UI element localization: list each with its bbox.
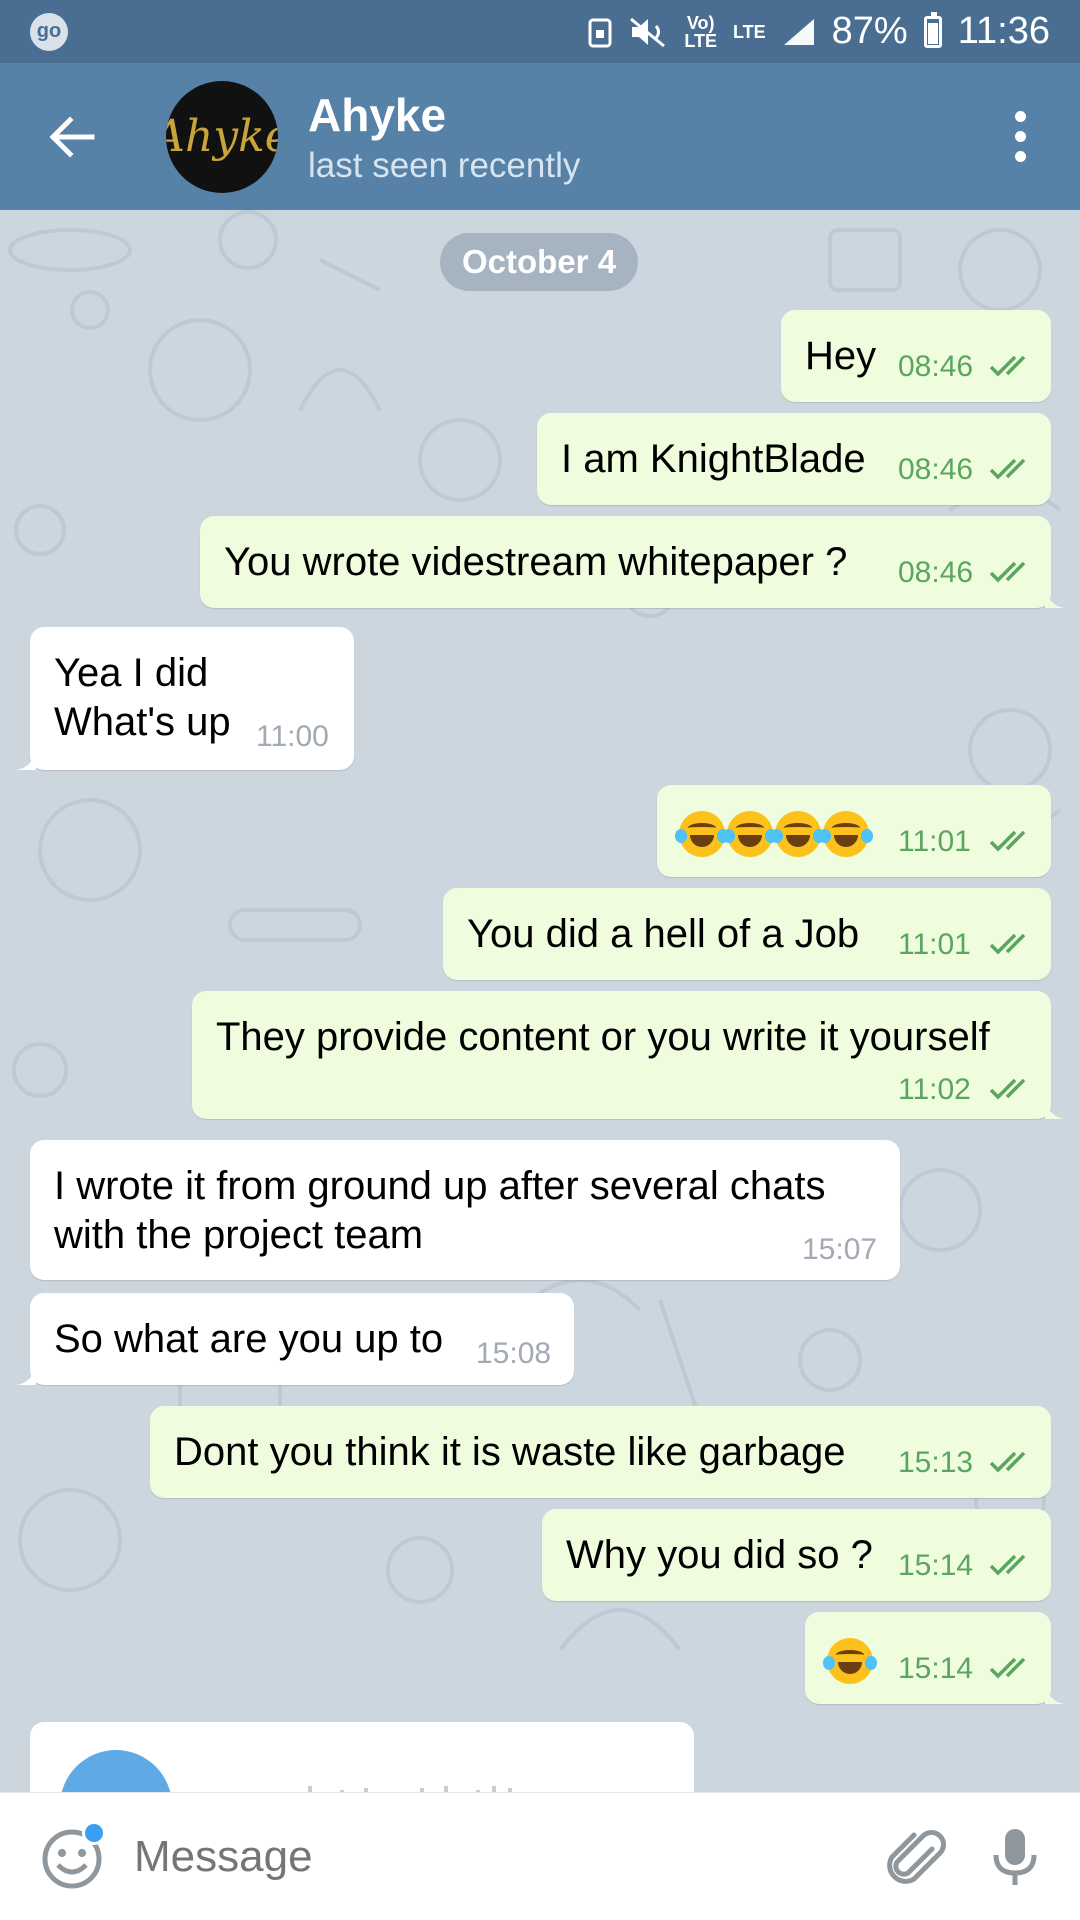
tears-of-joy-emoji-icon [823,1638,877,1684]
bubble-tail [16,750,36,770]
chat-area[interactable]: October 4 Hey 08:46 I am KnightBlade 08:… [0,210,1080,1792]
tears-of-joy-emoji-icon [771,811,825,857]
message-time: 08:46 [898,556,974,589]
double-check-icon [989,933,1026,955]
double-check-icon [989,830,1026,852]
bubble-tail [1045,588,1065,608]
attach-button[interactable] [882,1825,946,1889]
message-bubble-incoming[interactable]: So what are you up to 15:08 [16,1293,574,1385]
message-text: I am KnightBlade [561,437,866,481]
battery-percent: 87% [831,10,908,52]
dot [1014,131,1026,142]
chat-header: Ahyke Ahyke last seen recently [0,63,1080,210]
back-button[interactable] [32,97,112,177]
message-time: 11:00 [256,720,329,753]
message-text: You did a hell of a Job [467,912,860,956]
message-text: They provide content or you write it you… [216,1015,990,1059]
voice-message-bubble[interactable] [30,1722,694,1792]
message-bubble-outgoing[interactable]: 😂😂😂😂 11:01 [657,785,1051,877]
microphone-icon [993,1828,1037,1885]
play-button[interactable] [60,1750,172,1792]
double-check-icon [989,1657,1026,1679]
title-block[interactable]: Ahyke last seen recently [308,88,580,186]
message-text: Hey [805,334,877,378]
chat-subtitle: last seen recently [308,145,581,185]
bubble-tail [16,1365,36,1385]
message-input-bar [0,1792,1080,1920]
message-time: 08:46 [898,350,974,383]
message-time: 15:07 [802,1233,878,1266]
message-time: 11:02 [898,1073,971,1106]
go-app-icon: go [30,12,68,51]
message-bubble-incoming[interactable]: I wrote it from ground up after several … [30,1140,900,1280]
message-time: 15:14 [898,1549,974,1582]
double-check-icon [989,561,1026,583]
message-bubble-outgoing[interactable]: Dont you think it is waste like garbage … [150,1406,1051,1498]
message-time: 15:14 [898,1652,974,1685]
message-time: 15:13 [898,1446,974,1479]
status-bar: go Vo) LTE LTE 87% 11:36 [0,0,1080,63]
battery-icon [923,11,942,48]
voice-waveform [300,1782,512,1792]
message-text: Dont you think it is waste like garbage [174,1430,846,1474]
double-check-icon [989,458,1026,480]
message-bubble-outgoing[interactable]: You did a hell of a Job 11:01 [443,888,1051,980]
bubble-tail [1045,1099,1065,1119]
message-text: Why you did so ? [566,1533,873,1577]
double-check-icon [989,1554,1026,1576]
date-separator: October 4 [440,233,639,291]
message-time: 11:01 [898,928,971,961]
notification-dot [82,1820,106,1845]
message-text: You wrote videstream whitepaper ? [224,540,848,584]
status-icons: Vo) LTE LTE 87% 11:36 [588,10,1050,53]
lte-label: LTE [732,21,766,42]
microphone-button[interactable] [990,1825,1040,1889]
dot [1014,151,1026,162]
message-time: 15:08 [476,1337,552,1370]
message-bubble-incoming[interactable]: Yea I did What's up 11:00 [16,627,354,770]
mute-icon [630,17,666,47]
arrow-left-icon [49,115,95,158]
message-bubble-outgoing[interactable]: I am KnightBlade 08:46 [537,413,1051,505]
message-text: I wrote it from ground up after several … [54,1164,826,1257]
volte-label: Vo) LTE [684,12,717,51]
message-bubble-outgoing[interactable]: 😂 15:14 [805,1612,1065,1704]
tears-of-joy-emoji-icon [675,811,729,857]
message-bubble-outgoing[interactable]: Why you did so ? 15:14 [542,1509,1051,1601]
double-check-icon [989,1451,1026,1473]
message-text: So what are you up to [54,1317,444,1361]
message-text: Yea I did What's up [54,651,231,744]
message-bubble-outgoing[interactable]: You wrote videstream whitepaper ? 08:46 [200,516,1065,608]
message-time: 08:46 [898,453,974,486]
bubble-tail [1045,1684,1065,1704]
emoji-row [823,1638,877,1684]
sim-lock-icon [588,18,612,47]
avatar-logo-text: Ahyke [166,111,278,162]
double-check-icon [989,355,1026,377]
message-bubble-outgoing[interactable]: They provide content or you write it you… [192,991,1065,1119]
emoji-row [675,811,873,857]
signal-icon [783,18,814,45]
message-input[interactable] [134,1831,814,1882]
tears-of-joy-emoji-icon [819,811,873,857]
avatar[interactable]: Ahyke [166,80,278,193]
more-menu-button[interactable] [1000,97,1040,177]
chat-title: Ahyke [308,88,447,141]
message-bubble-outgoing[interactable]: Hey 08:46 [781,310,1051,402]
dot [1014,111,1026,122]
message-time: 11:01 [898,825,971,858]
tears-of-joy-emoji-icon [723,811,777,857]
double-check-icon [989,1078,1026,1100]
paperclip-icon [887,1829,946,1884]
clock: 11:36 [957,10,1050,52]
emoji-button[interactable] [40,1820,106,1889]
